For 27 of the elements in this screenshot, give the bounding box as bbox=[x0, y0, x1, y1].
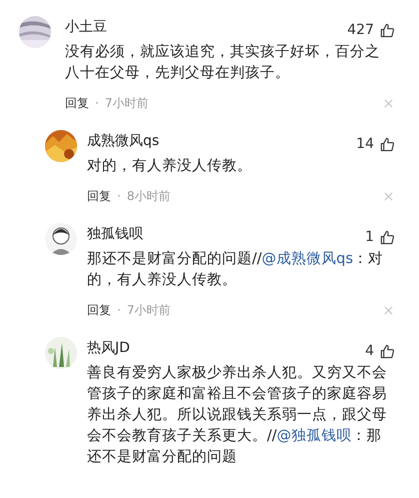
comment-text: 善良有爱穷人家极少养出杀人犯。又穷又不会管孩子的家庭和富裕且不会管孩子的家庭容易养出杀人犯。所以说跟钱关系弱一点，跟父母会不会教育孩子关系更大。//@独孤钱呗：那还不是财富分配的问题 bbox=[87, 364, 388, 467]
user-name[interactable]: 热风JD bbox=[87, 339, 130, 357]
timestamp: 7小时前 bbox=[104, 94, 148, 112]
comment-text: 对的，有人养没人传教。 bbox=[87, 156, 253, 176]
timestamp: 8小时前 bbox=[126, 188, 170, 204]
like-count: 14 bbox=[356, 136, 374, 152]
like-count: 4 bbox=[365, 343, 374, 359]
timestamp: 7小时前 bbox=[126, 302, 170, 318]
user-name[interactable]: 小土豆 bbox=[65, 18, 107, 36]
comment-text: 没有必须，就应该追究，其实孩子好坏，百分之八十在父母，先判父母在判孩子。 bbox=[65, 42, 381, 83]
like-count: 427 bbox=[347, 22, 374, 38]
comment-text: 那还不是财富分配的问题//@成熟微风qs：对的，有人养没人传教。 bbox=[87, 250, 384, 290]
like-count: 1 bbox=[365, 229, 374, 245]
thumbs-up-icon[interactable] bbox=[380, 344, 395, 358]
thumbs-up-icon[interactable] bbox=[380, 22, 395, 38]
thumbs-up-icon[interactable] bbox=[380, 136, 395, 152]
mention-link[interactable]: @独孤钱呗 bbox=[276, 428, 352, 444]
user-name[interactable]: 成熟微风qs bbox=[87, 132, 160, 150]
reply-link[interactable]: 回复 bbox=[87, 302, 111, 318]
user-name[interactable]: 独孤钱呗 bbox=[87, 225, 143, 243]
thumbs-up-icon[interactable] bbox=[380, 230, 395, 244]
reply-link[interactable]: 回复 bbox=[87, 188, 111, 204]
separator-dot: · bbox=[117, 189, 121, 203]
separator-dot: · bbox=[95, 96, 99, 110]
reply-link[interactable]: 回复 bbox=[65, 94, 89, 112]
mention-link[interactable]: @成熟微风qs bbox=[262, 251, 354, 267]
separator-dot: · bbox=[117, 303, 121, 317]
